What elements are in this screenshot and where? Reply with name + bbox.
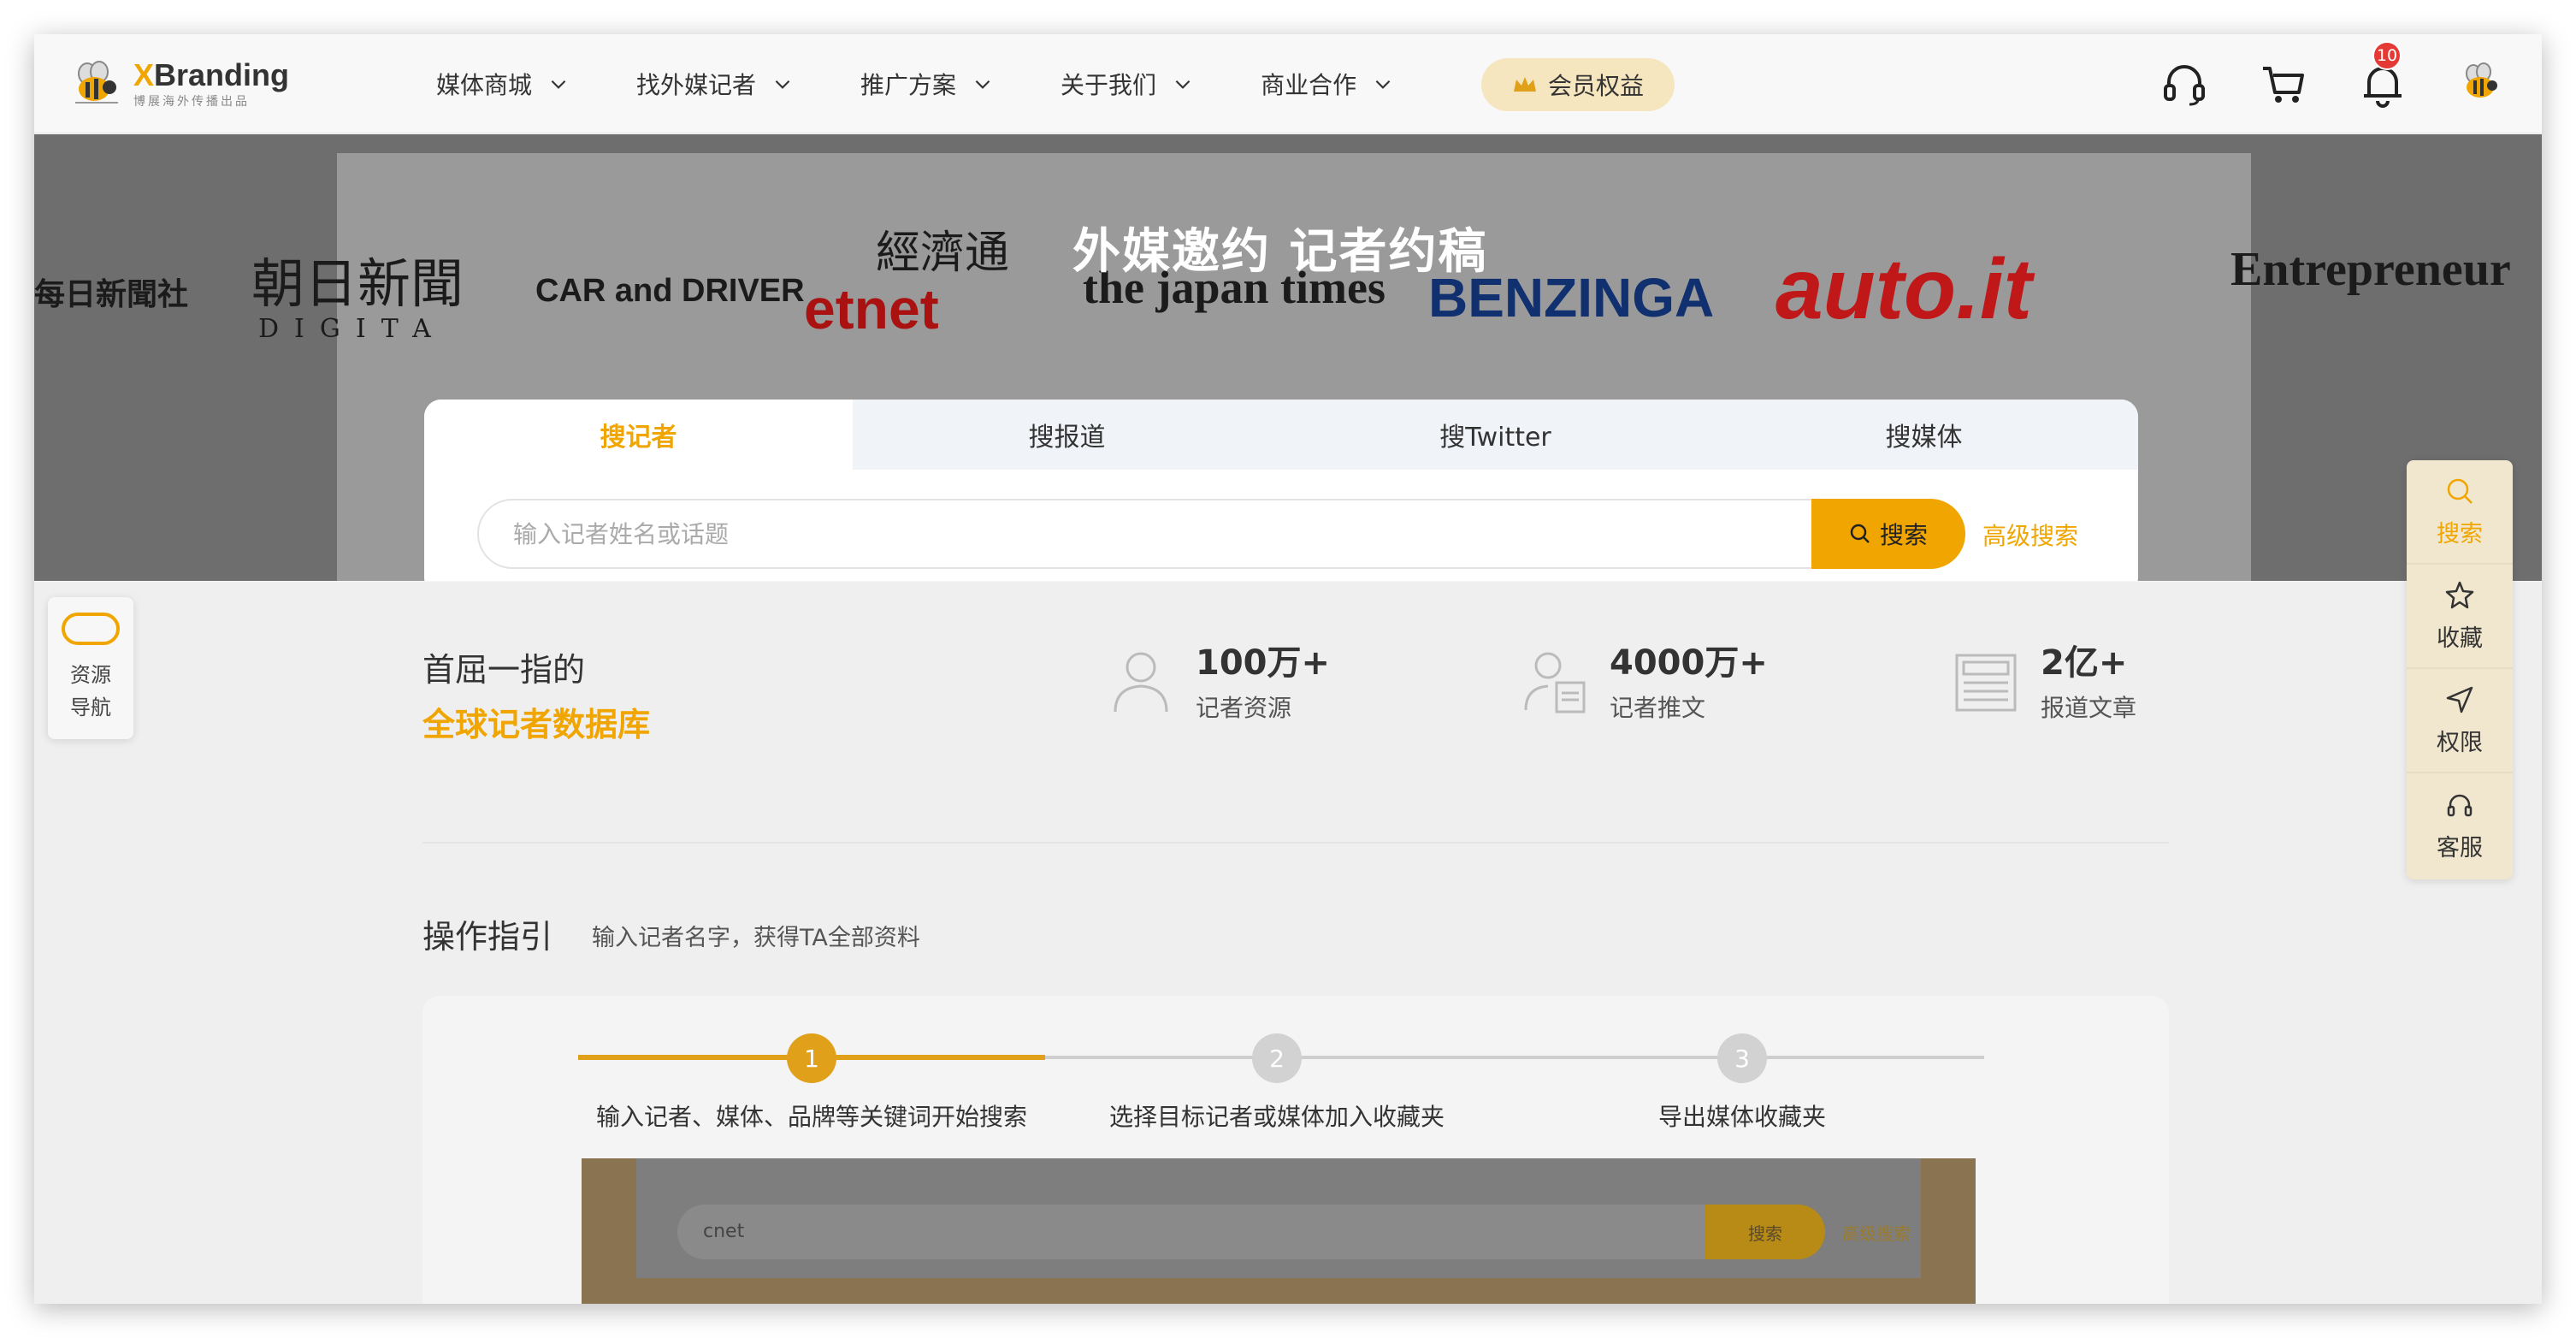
- search-button[interactable]: 搜索: [1811, 499, 1965, 569]
- float-search-button[interactable]: 搜索: [2407, 460, 2513, 565]
- media-logo-car-driver: CAR and DRIVER: [535, 273, 805, 309]
- search-icon: [1850, 524, 1870, 543]
- guide-preview-image: cnet 搜索 高级搜索: [582, 1158, 1976, 1304]
- guide-title: 操作指引: [422, 918, 553, 956]
- media-logo-auto-it: auto.it: [1775, 241, 2032, 337]
- advanced-search-link[interactable]: 高级搜索: [1982, 518, 2078, 552]
- resource-nav-line2: 导航: [70, 696, 111, 719]
- right-float-toolbar: 搜索 收藏 权限 客服: [2407, 460, 2513, 879]
- stat-articles: 2亿+ 报道文章: [1950, 636, 2136, 722]
- preview-search-card: cnet 搜索 高级搜索: [636, 1158, 1921, 1278]
- resource-nav-float[interactable]: 资源 导航: [48, 597, 133, 739]
- notification-badge: 10: [2372, 41, 2402, 70]
- tab-search-twitter[interactable]: 搜Twitter: [1281, 400, 1710, 470]
- navigation-icon: [2446, 686, 2473, 713]
- media-logo-etnet-cn: 經濟通: [876, 228, 1010, 279]
- tab-search-media[interactable]: 搜媒体: [1710, 400, 2138, 470]
- guide-subtitle: 输入记者名字，获得TA全部资料: [592, 925, 920, 951]
- stat-label: 报道文章: [2041, 694, 2137, 722]
- step-1-dot: 1: [787, 1033, 836, 1083]
- intro-line1: 首屈一指的: [422, 651, 586, 689]
- headset-icon[interactable]: [2159, 58, 2210, 110]
- headset-icon: [2447, 794, 2473, 816]
- crown-icon: [1513, 77, 1536, 92]
- preview-search-input: cnet: [677, 1205, 1806, 1259]
- media-logo-mainichi: 每日新聞社: [34, 276, 189, 312]
- step-3-label: 导出媒体收藏夹: [1657, 1103, 1827, 1131]
- float-service-button[interactable]: 客服: [2407, 773, 2513, 878]
- stat-tweets: 4000万+ 记者推文: [1519, 636, 1768, 722]
- top-header: XBranding 博展海外传播出品 媒体商城 找外媒记者 推广方案 关于我们 …: [34, 34, 2542, 133]
- star-icon: [2445, 581, 2474, 608]
- tab-search-journalist[interactable]: 搜记者: [424, 400, 853, 470]
- nav-about[interactable]: 关于我们: [1061, 67, 1194, 101]
- chevron-down-icon: [775, 80, 790, 89]
- search-row: 搜索 高级搜索: [477, 499, 2138, 569]
- tab-search-reports[interactable]: 搜报道: [853, 400, 1281, 470]
- logo[interactable]: XBranding 博展海外传播出品: [70, 53, 289, 115]
- preview-search-button: 搜索: [1705, 1205, 1825, 1259]
- vip-benefits-button[interactable]: 会员权益: [1481, 58, 1675, 111]
- stat-value: 2亿+: [2041, 643, 2128, 683]
- logo-title: XBranding: [133, 57, 290, 92]
- step-2-dot: 2: [1252, 1033, 1302, 1083]
- search-input[interactable]: [477, 499, 1846, 569]
- media-logo-entrepreneur: Entrepreneur: [2230, 243, 2511, 296]
- logo-subtitle: 博展海外传播出品: [133, 95, 250, 109]
- user-icon: [1114, 652, 1168, 713]
- search-card: 搜记者 搜报道 搜Twitter 搜媒体 搜索 高级搜索: [424, 400, 2138, 581]
- search-icon: [2447, 478, 2473, 504]
- cart-icon[interactable]: [2258, 58, 2309, 110]
- avatar[interactable]: [2455, 58, 2506, 110]
- intro-line2: 全球记者数据库: [422, 706, 651, 743]
- media-logo-etnet: etnet: [804, 277, 939, 340]
- bee-logo-icon: [70, 60, 125, 108]
- media-logo-asahi: 朝日新聞: [251, 252, 464, 315]
- toggle-icon: [62, 613, 120, 645]
- stat-value: 4000万+: [1610, 643, 1768, 683]
- nav-find-journalist[interactable]: 找外媒记者: [636, 67, 794, 101]
- nav-promotion[interactable]: 推广方案: [860, 67, 994, 101]
- chevron-down-icon: [975, 80, 990, 89]
- section-divider: [422, 842, 2169, 844]
- main-nav: 媒体商城 找外媒记者 推广方案 关于我们 商业合作: [436, 34, 1461, 133]
- stat-label: 记者推文: [1610, 694, 1706, 722]
- stat-journalists: 100万+ 记者资源: [1105, 636, 1330, 722]
- float-favorite-button[interactable]: 收藏: [2407, 565, 2513, 669]
- hero-title: 外媒邀约 记者约稿: [1072, 224, 1488, 280]
- step-1-label: 输入记者、媒体、品牌等关键词开始搜索: [595, 1103, 1028, 1131]
- preview-advanced-search: 高级搜索: [1842, 1223, 1911, 1244]
- chevron-down-icon: [1375, 80, 1391, 89]
- step-3-dot: 3: [1717, 1033, 1767, 1083]
- nav-media-mall[interactable]: 媒体商城: [436, 67, 570, 101]
- chevron-down-icon: [1175, 80, 1191, 89]
- media-logo-digita: DIGITA: [258, 314, 446, 344]
- step-2-label: 选择目标记者或媒体加入收藏夹: [1108, 1103, 1445, 1131]
- float-permission-button[interactable]: 权限: [2407, 669, 2513, 773]
- stat-value: 100万+: [1196, 643, 1331, 683]
- nav-business[interactable]: 商业合作: [1261, 67, 1394, 101]
- user-doc-icon: [1524, 652, 1586, 713]
- hero-banner: 每日新聞社 朝日新聞 DIGITA CAR and DRIVER 經濟通 etn…: [34, 134, 2542, 581]
- chevron-down-icon: [551, 80, 566, 89]
- newspaper-icon: [1955, 654, 2017, 712]
- stat-label: 记者资源: [1196, 694, 1292, 722]
- browser-window: XBranding 博展海外传播出品 媒体商城 找外媒记者 推广方案 关于我们 …: [34, 34, 2542, 1304]
- search-tabs: 搜记者 搜报道 搜Twitter 搜媒体: [424, 400, 2138, 470]
- resource-nav-line1: 资源: [70, 663, 111, 687]
